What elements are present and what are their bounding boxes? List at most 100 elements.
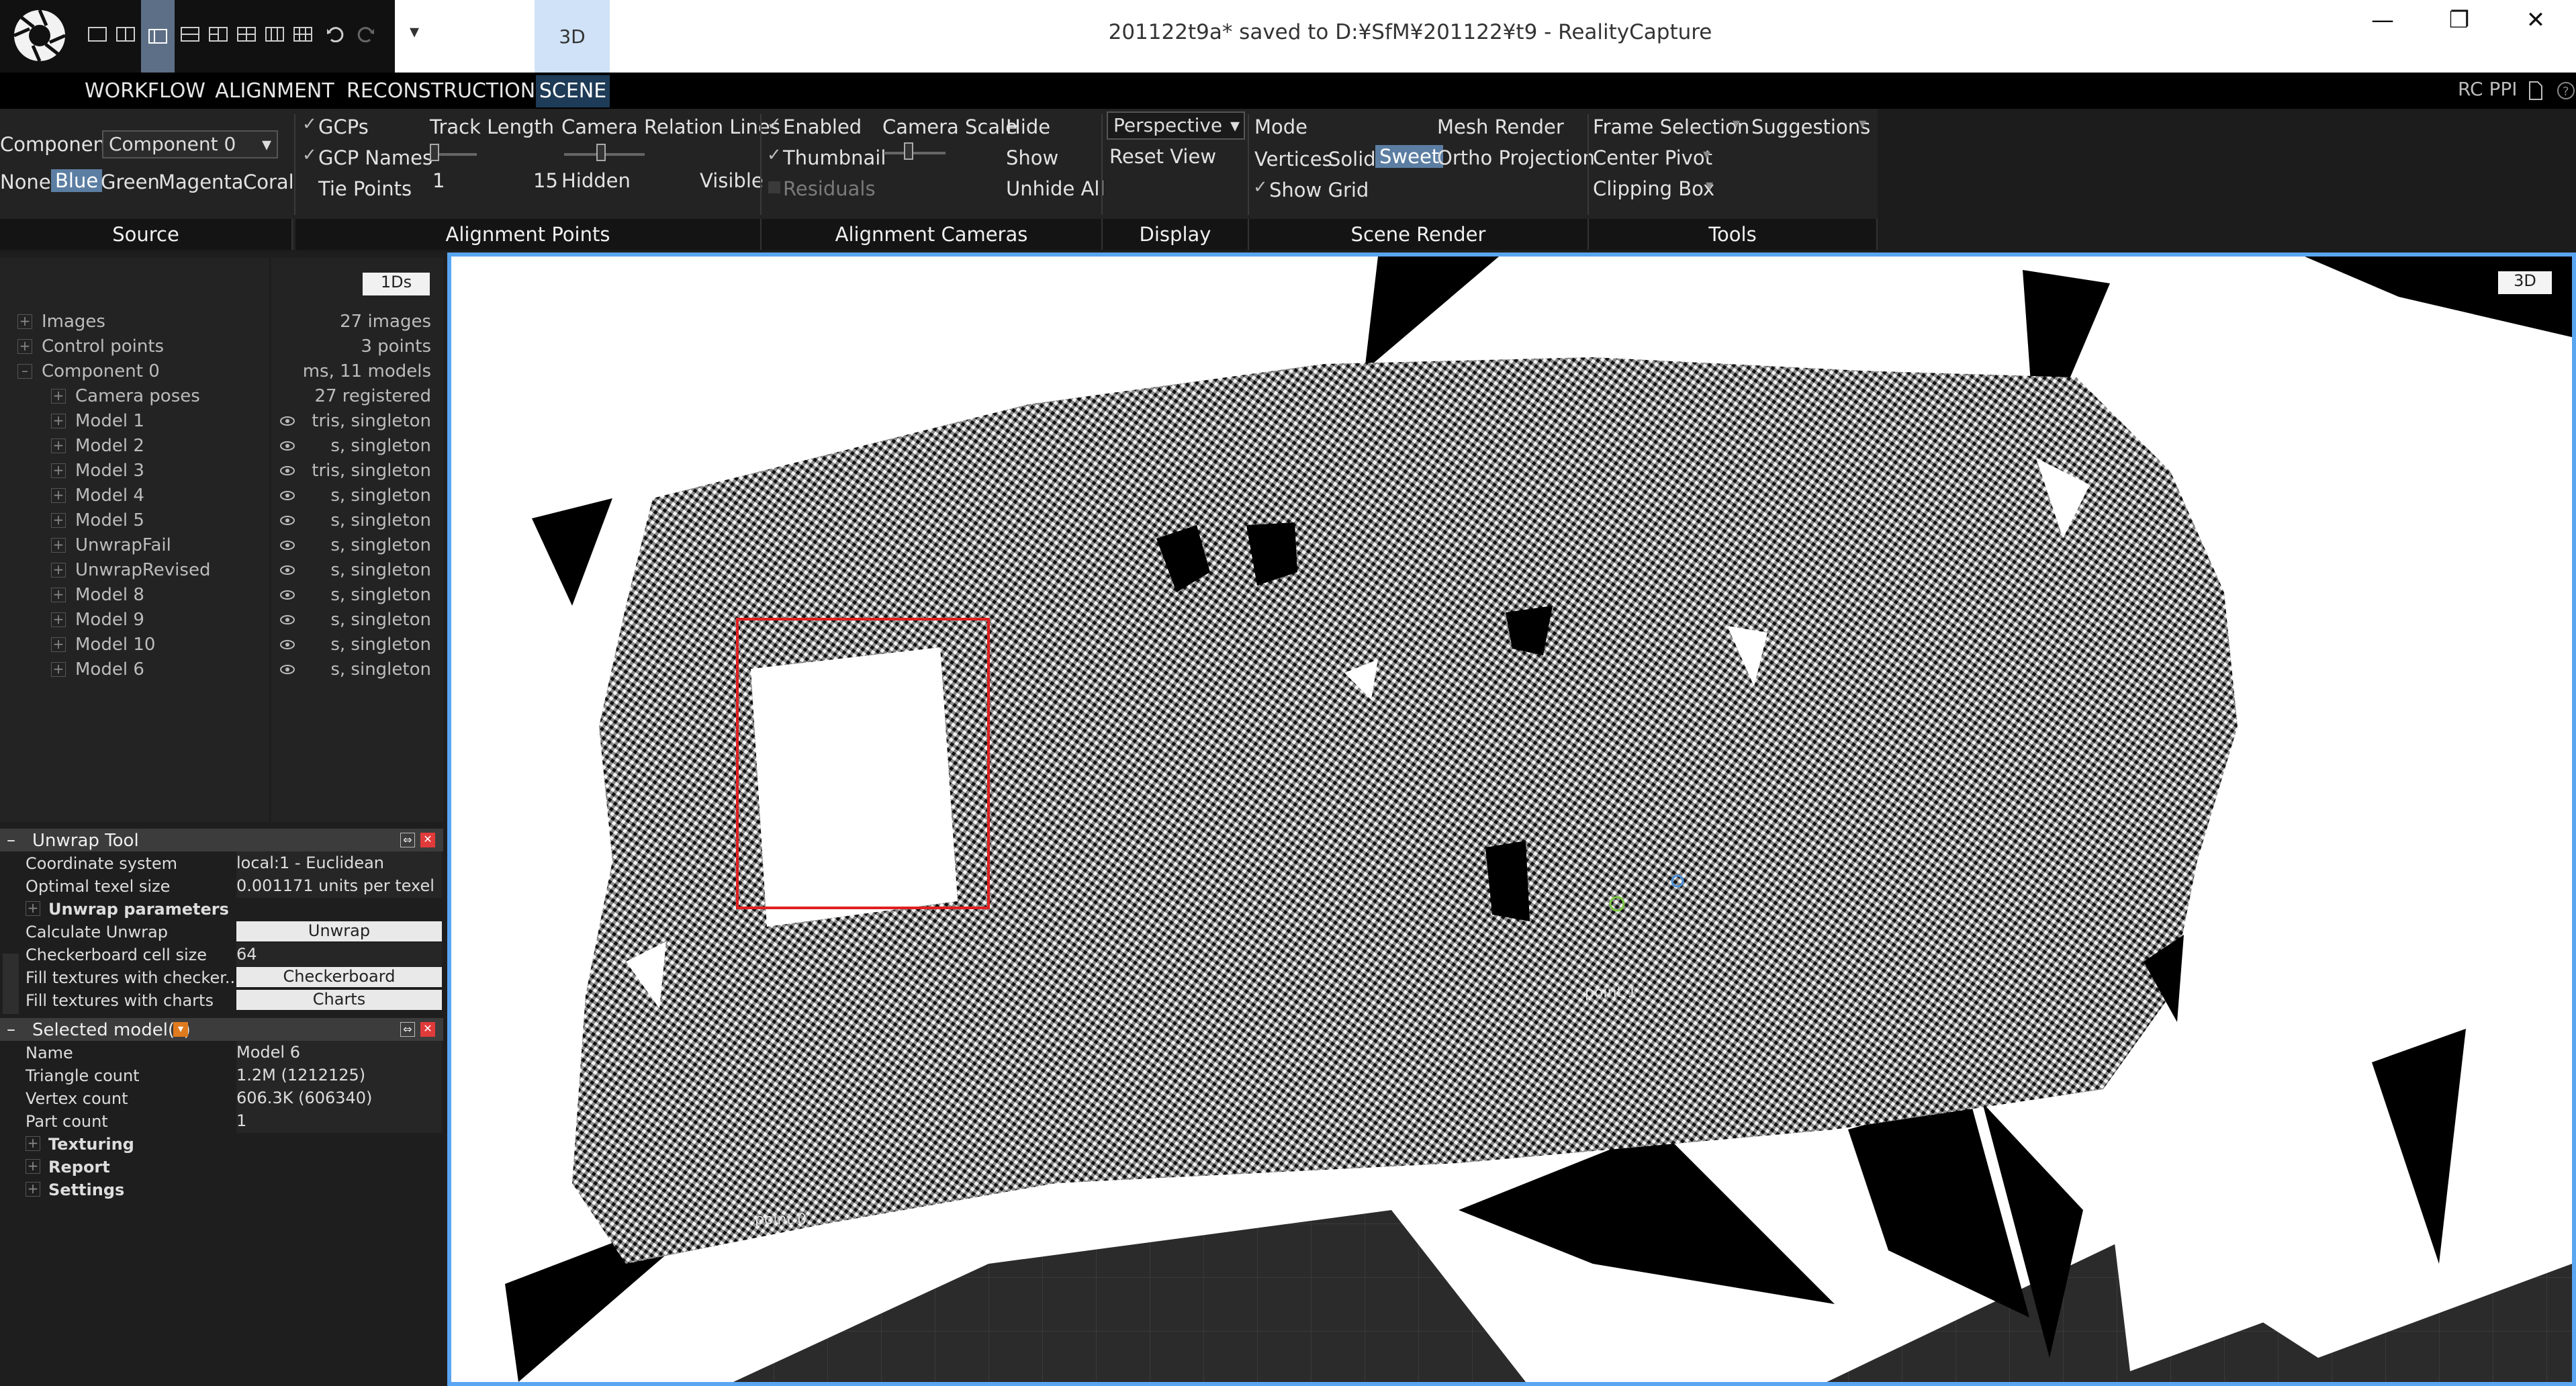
layout-3-icon[interactable] bbox=[141, 0, 175, 73]
layout-8-icon[interactable] bbox=[291, 23, 314, 46]
tree-item-label[interactable]: Model 1 bbox=[75, 411, 144, 431]
tree-item-label[interactable]: UnwrapRevised bbox=[75, 560, 210, 580]
close-panel-icon[interactable]: ✕ bbox=[420, 1022, 435, 1037]
expand-icon[interactable]: + bbox=[51, 463, 66, 478]
visibility-eye-icon[interactable] bbox=[279, 563, 295, 578]
enabled-toggle[interactable]: Enabled bbox=[783, 116, 862, 138]
tree-item-label[interactable]: Camera poses bbox=[75, 386, 200, 406]
tree-item-label[interactable]: Model 6 bbox=[75, 659, 144, 680]
charts-button[interactable]: Charts bbox=[236, 990, 442, 1010]
visibility-eye-icon[interactable] bbox=[279, 612, 295, 627]
visibility-eye-icon[interactable] bbox=[279, 588, 295, 602]
checkmark-icon[interactable]: ✓ bbox=[302, 145, 317, 165]
tree-item-label[interactable]: Model 2 bbox=[75, 436, 144, 456]
gcp-names-toggle[interactable]: GCP Names bbox=[318, 146, 432, 169]
color-green[interactable]: Green bbox=[101, 171, 160, 193]
gcps-toggle[interactable]: GCPs bbox=[318, 116, 369, 138]
center-pivot-button[interactable]: Center Pivot bbox=[1593, 146, 1712, 169]
color-none[interactable]: None bbox=[0, 171, 51, 193]
tab-scene[interactable]: SCENE bbox=[536, 75, 610, 107]
checker-cell-value[interactable]: 64 bbox=[236, 943, 442, 966]
expand-icon[interactable]: + bbox=[51, 538, 66, 553]
reset-view-button[interactable]: Reset View bbox=[1109, 145, 1216, 168]
tree-item-label[interactable]: UnwrapFail bbox=[75, 535, 171, 555]
minimize-icon[interactable]: — bbox=[2356, 7, 2409, 47]
projection-select[interactable]: Perspective ▾ bbox=[1107, 111, 1245, 140]
tree-item-label[interactable]: Control points bbox=[42, 336, 164, 357]
view-3d-button[interactable]: 3D bbox=[2498, 271, 2552, 294]
customize-toolbar-dropdown-icon[interactable]: ▾ bbox=[410, 20, 436, 47]
tie-points-toggle[interactable]: Tie Points bbox=[318, 177, 412, 200]
document-icon[interactable] bbox=[2528, 81, 2545, 102]
tree-item-label[interactable]: Images bbox=[42, 312, 105, 332]
tree-item-label[interactable]: Model 5 bbox=[75, 510, 144, 530]
chevron-down-icon[interactable]: ▾ bbox=[1706, 177, 1713, 194]
visibility-eye-icon[interactable] bbox=[279, 414, 295, 428]
camera-relation-slider-knob[interactable] bbox=[596, 144, 606, 161]
coordinate-system-value[interactable]: local:1 - Euclidean bbox=[236, 851, 442, 875]
tab-reconstruction[interactable]: RECONSTRUCTION bbox=[347, 75, 535, 107]
checkmark-icon[interactable]: ✓ bbox=[302, 114, 317, 134]
expand-icon[interactable]: + bbox=[51, 389, 66, 404]
color-blue[interactable]: Blue bbox=[51, 169, 103, 192]
camera-scale-slider[interactable] bbox=[884, 152, 946, 154]
expand-icon[interactable]: + bbox=[26, 1159, 40, 1174]
expand-icon[interactable]: + bbox=[51, 438, 66, 453]
expand-icon[interactable]: + bbox=[51, 588, 66, 602]
expand-icon[interactable]: + bbox=[17, 339, 32, 354]
chevron-down-icon[interactable]: ▾ bbox=[1859, 116, 1866, 132]
collapse-icon[interactable]: – bbox=[17, 364, 32, 379]
visibility-eye-icon[interactable] bbox=[279, 538, 295, 553]
thumbnail-toggle[interactable]: Thumbnail bbox=[783, 146, 886, 169]
maximize-icon[interactable]: ❐ bbox=[2432, 7, 2486, 47]
expand-icon[interactable]: + bbox=[51, 563, 66, 578]
expand-icon[interactable]: + bbox=[51, 637, 66, 652]
tree-item-label[interactable]: Model 8 bbox=[75, 585, 144, 605]
color-coral[interactable]: Coral bbox=[243, 171, 294, 193]
solid-button[interactable]: Solid bbox=[1328, 148, 1376, 171]
layout-1-icon[interactable] bbox=[86, 23, 109, 46]
visibility-eye-icon[interactable] bbox=[279, 637, 295, 652]
layout-6-icon[interactable] bbox=[235, 23, 258, 46]
show-button[interactable]: Show bbox=[1006, 146, 1058, 169]
visibility-eye-icon[interactable] bbox=[279, 438, 295, 453]
expand-icon[interactable]: + bbox=[51, 414, 66, 428]
camera-scale-slider-knob[interactable] bbox=[904, 142, 913, 160]
expand-icon[interactable]: + bbox=[51, 488, 66, 503]
tree-item-label[interactable]: Model 3 bbox=[75, 461, 144, 481]
filter-icon[interactable]: ▾ bbox=[173, 1022, 188, 1037]
residuals-checkbox[interactable] bbox=[768, 181, 780, 193]
unwrap-parameters-header[interactable]: Unwrap parameters bbox=[48, 900, 229, 919]
mode-3d-button[interactable]: 3D bbox=[535, 0, 610, 73]
settings-row[interactable]: + Settings bbox=[0, 1178, 443, 1201]
report-row[interactable]: + Report bbox=[0, 1155, 443, 1178]
visibility-eye-icon[interactable] bbox=[279, 662, 295, 677]
frame-selection-button[interactable]: Frame Selection bbox=[1593, 116, 1749, 138]
sweet-button[interactable]: Sweet bbox=[1375, 145, 1444, 168]
settings-header[interactable]: Settings bbox=[48, 1181, 124, 1199]
float-panel-icon[interactable]: ⇔ bbox=[400, 833, 415, 847]
hide-button[interactable]: Hide bbox=[1006, 116, 1050, 138]
collapse-icon[interactable]: – bbox=[7, 830, 15, 850]
help-icon[interactable]: ? bbox=[2556, 81, 2576, 102]
residuals-toggle[interactable]: Residuals bbox=[783, 177, 876, 200]
layout-5-icon[interactable] bbox=[207, 23, 230, 46]
layout-7-icon[interactable] bbox=[263, 23, 286, 46]
close-panel-icon[interactable]: ✕ bbox=[420, 833, 435, 847]
expand-icon[interactable]: + bbox=[51, 513, 66, 528]
unhide-all-button[interactable]: Unhide All bbox=[1006, 177, 1105, 200]
visibility-eye-icon[interactable] bbox=[279, 463, 295, 478]
expand-icon[interactable]: + bbox=[17, 314, 32, 329]
checkmark-icon[interactable]: ✓ bbox=[767, 145, 782, 165]
expand-icon[interactable]: + bbox=[51, 612, 66, 627]
checkmark-icon[interactable]: ✓ bbox=[1253, 177, 1268, 197]
tree-item-label[interactable]: Model 10 bbox=[75, 635, 155, 655]
collapse-icon[interactable]: – bbox=[7, 1019, 15, 1040]
component-select[interactable]: Component 0 ▾ bbox=[102, 130, 278, 158]
float-panel-icon[interactable]: ⇔ bbox=[400, 1022, 415, 1037]
unwrap-button[interactable]: Unwrap bbox=[236, 921, 442, 941]
checkmark-icon[interactable]: ✓ bbox=[767, 114, 782, 134]
redo-icon[interactable] bbox=[355, 23, 377, 46]
unwrap-parameters-row[interactable]: + Unwrap parameters bbox=[0, 897, 443, 920]
expand-icon[interactable]: + bbox=[26, 901, 40, 916]
